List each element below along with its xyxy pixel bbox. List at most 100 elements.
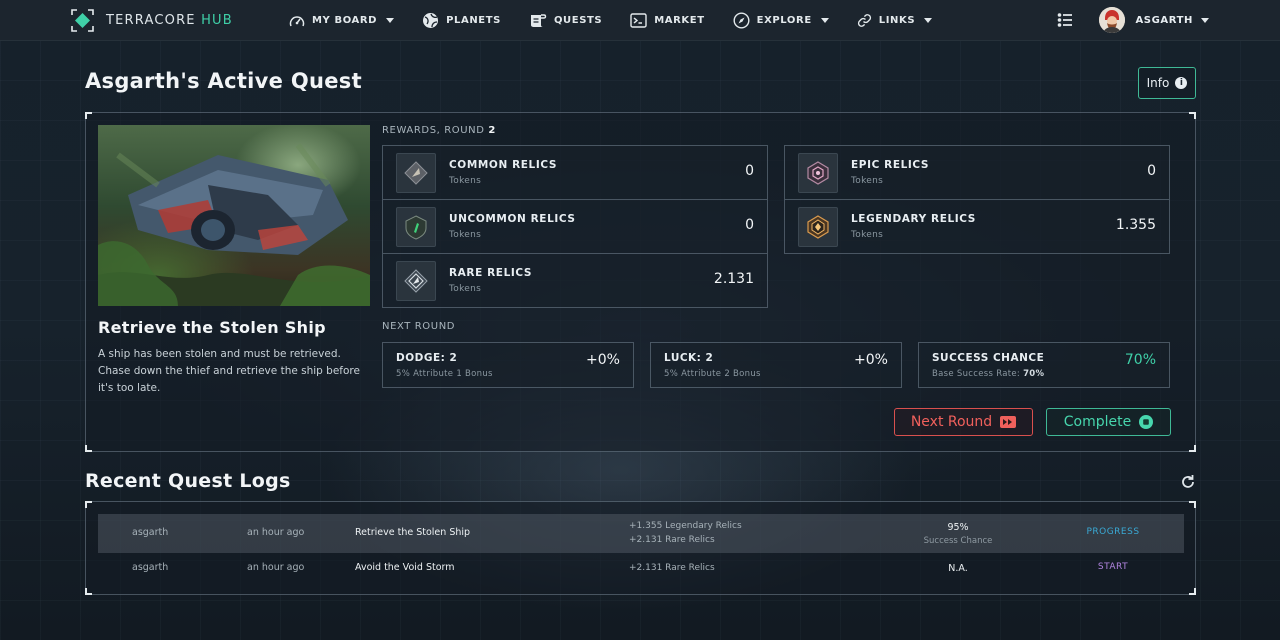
stat-sub-label: Base Success Rate:: [932, 369, 1021, 379]
epic-relic-icon: [798, 153, 838, 193]
nav-menu: MY BOARD PLANETS QUESTS MARKET EXPLORE L…: [289, 0, 960, 41]
corner-bracket: [1189, 588, 1196, 595]
nav-planets-label: PLANETS: [446, 15, 501, 26]
nav-my-board[interactable]: MY BOARD: [289, 14, 395, 28]
corner-bracket: [85, 445, 92, 452]
active-quest-card: Retrieve the Stolen Ship A ship has been…: [85, 112, 1196, 452]
relic-row-rare: RARE RELICS Tokens 2.131: [383, 254, 767, 308]
relics-list-left: COMMON RELICS Tokens 0 UNCOMMON RELICS T…: [382, 145, 768, 308]
relic-sub: Tokens: [851, 230, 884, 240]
nav-market[interactable]: MARKET: [630, 13, 704, 28]
stat-sub: 5% Attribute 2 Bonus: [664, 369, 761, 379]
relic-value: 0: [1147, 163, 1156, 179]
info-button[interactable]: Info i: [1138, 67, 1196, 99]
planet-icon: [423, 13, 439, 28]
next-round-button[interactable]: Next Round: [894, 408, 1033, 436]
table-row[interactable]: asgarth an hour ago Retrieve the Stolen …: [98, 514, 1184, 553]
relic-value: 0: [745, 217, 754, 233]
relic-sub: Tokens: [449, 230, 482, 240]
nav-my-board-label: MY BOARD: [312, 15, 378, 26]
relic-name: RARE RELICS: [449, 267, 533, 279]
relic-sub: Tokens: [449, 284, 482, 294]
stat-value: 70%: [1124, 352, 1156, 368]
rewards-label-text: REWARDS, ROUND: [382, 125, 485, 136]
log-time: an hour ago: [247, 527, 305, 538]
brand[interactable]: TERRACORE HUB: [71, 9, 233, 32]
rewards-label: REWARDS, ROUND 2: [382, 125, 496, 136]
corner-bracket: [85, 501, 92, 508]
stat-luck: LUCK: 2 5% Attribute 2 Bonus +0%: [650, 342, 902, 388]
relic-row-epic: EPIC RELICS Tokens 0: [785, 146, 1169, 200]
log-status[interactable]: PROGRESS: [1058, 527, 1168, 537]
refresh-icon[interactable]: [1180, 474, 1196, 490]
user-name[interactable]: ASGARTH: [1135, 15, 1193, 26]
log-user: asgarth: [132, 562, 169, 573]
log-chance: 95% Success Chance: [898, 521, 1018, 548]
log-chance: N.A.: [898, 562, 1018, 575]
log-rewards: +2.131 Rare Relics: [629, 561, 715, 575]
log-quest: Retrieve the Stolen Ship: [355, 527, 471, 538]
legendary-relic-icon: [798, 207, 838, 247]
log-quest: Avoid the Void Storm: [355, 562, 455, 573]
brand-logo-icon: [71, 9, 94, 32]
terminal-icon: [630, 13, 647, 28]
nav-links[interactable]: LINKS: [857, 13, 933, 28]
relic-name: COMMON RELICS: [449, 159, 558, 171]
stat-title: SUCCESS CHANCE: [932, 352, 1045, 364]
relics-list-right: EPIC RELICS Tokens 0 LEGENDARY RELICS To…: [784, 145, 1170, 254]
chevron-down-icon[interactable]: [1201, 17, 1209, 23]
stat-value: +0%: [854, 352, 888, 368]
nav-links-label: LINKS: [878, 15, 916, 26]
uncommon-relic-icon: [396, 207, 436, 247]
quest-image: [98, 125, 370, 306]
log-reward: +1.355 Legendary Relics: [629, 521, 742, 531]
nav-market-label: MARKET: [654, 15, 705, 26]
stat-sub: 5% Attribute 1 Bonus: [396, 369, 493, 379]
stat-title: DODGE: 2: [396, 352, 458, 364]
link-icon: [857, 14, 871, 27]
log-rewards: +1.355 Legendary Relics +2.131 Rare Reli…: [629, 519, 742, 547]
stat-success-chance: SUCCESS CHANCE Base Success Rate: 70% 70…: [918, 342, 1170, 388]
relic-value: 2.131: [713, 271, 754, 287]
info-button-label: Info: [1146, 76, 1170, 90]
complete-button[interactable]: Complete: [1046, 408, 1171, 436]
quest-logs-table: asgarth an hour ago Retrieve the Stolen …: [85, 501, 1196, 595]
quest-description: A ship has been stolen and must be retri…: [98, 348, 360, 394]
fast-forward-icon: [1000, 416, 1017, 428]
relic-name: LEGENDARY RELICS: [851, 213, 976, 225]
relic-sub: Tokens: [851, 176, 884, 186]
nav-explore[interactable]: EXPLORE: [733, 12, 829, 29]
log-chance-value: N.A.: [948, 563, 968, 574]
nav-explore-label: EXPLORE: [756, 15, 812, 26]
brand-name: TERRACORE HUB: [106, 13, 233, 28]
table-row[interactable]: asgarth an hour ago Avoid the Void Storm…: [98, 553, 1184, 592]
avatar[interactable]: [1099, 7, 1126, 33]
rare-relic-icon: [396, 261, 436, 301]
nav-planets[interactable]: PLANETS: [422, 12, 501, 29]
complete-button-label: Complete: [1063, 414, 1132, 430]
relic-value: 1.355: [1115, 217, 1156, 233]
relic-name: UNCOMMON RELICS: [449, 213, 576, 225]
log-status[interactable]: START: [1058, 562, 1168, 572]
log-chance-value: 95%: [947, 522, 969, 533]
relic-row-uncommon: UNCOMMON RELICS Tokens 0: [383, 200, 767, 254]
common-relic-icon: [396, 153, 436, 193]
corner-bracket: [1189, 445, 1196, 452]
chevron-down-icon: [820, 18, 829, 23]
stat-dodge: DODGE: 2 5% Attribute 1 Bonus +0%: [382, 342, 634, 388]
task-list-icon[interactable]: [1057, 12, 1073, 28]
log-reward: +2.131 Rare Relics: [629, 563, 715, 573]
scroll-icon: [530, 13, 547, 27]
round-number: 2: [488, 125, 496, 136]
page-title: Asgarth's Active Quest: [85, 69, 362, 93]
nav-quests[interactable]: QUESTS: [529, 13, 602, 29]
nav-quests-label: QUESTS: [553, 15, 603, 26]
nav-user-area: ASGARTH: [1057, 7, 1209, 33]
corner-bracket: [85, 588, 92, 595]
relic-row-common: COMMON RELICS Tokens 0: [383, 146, 767, 200]
log-reward: +2.131 Rare Relics: [629, 535, 715, 545]
stat-value: +0%: [586, 352, 620, 368]
quest-name: Retrieve the Stolen Ship: [98, 318, 326, 337]
corner-bracket: [1189, 112, 1196, 119]
corner-bracket: [85, 112, 92, 119]
